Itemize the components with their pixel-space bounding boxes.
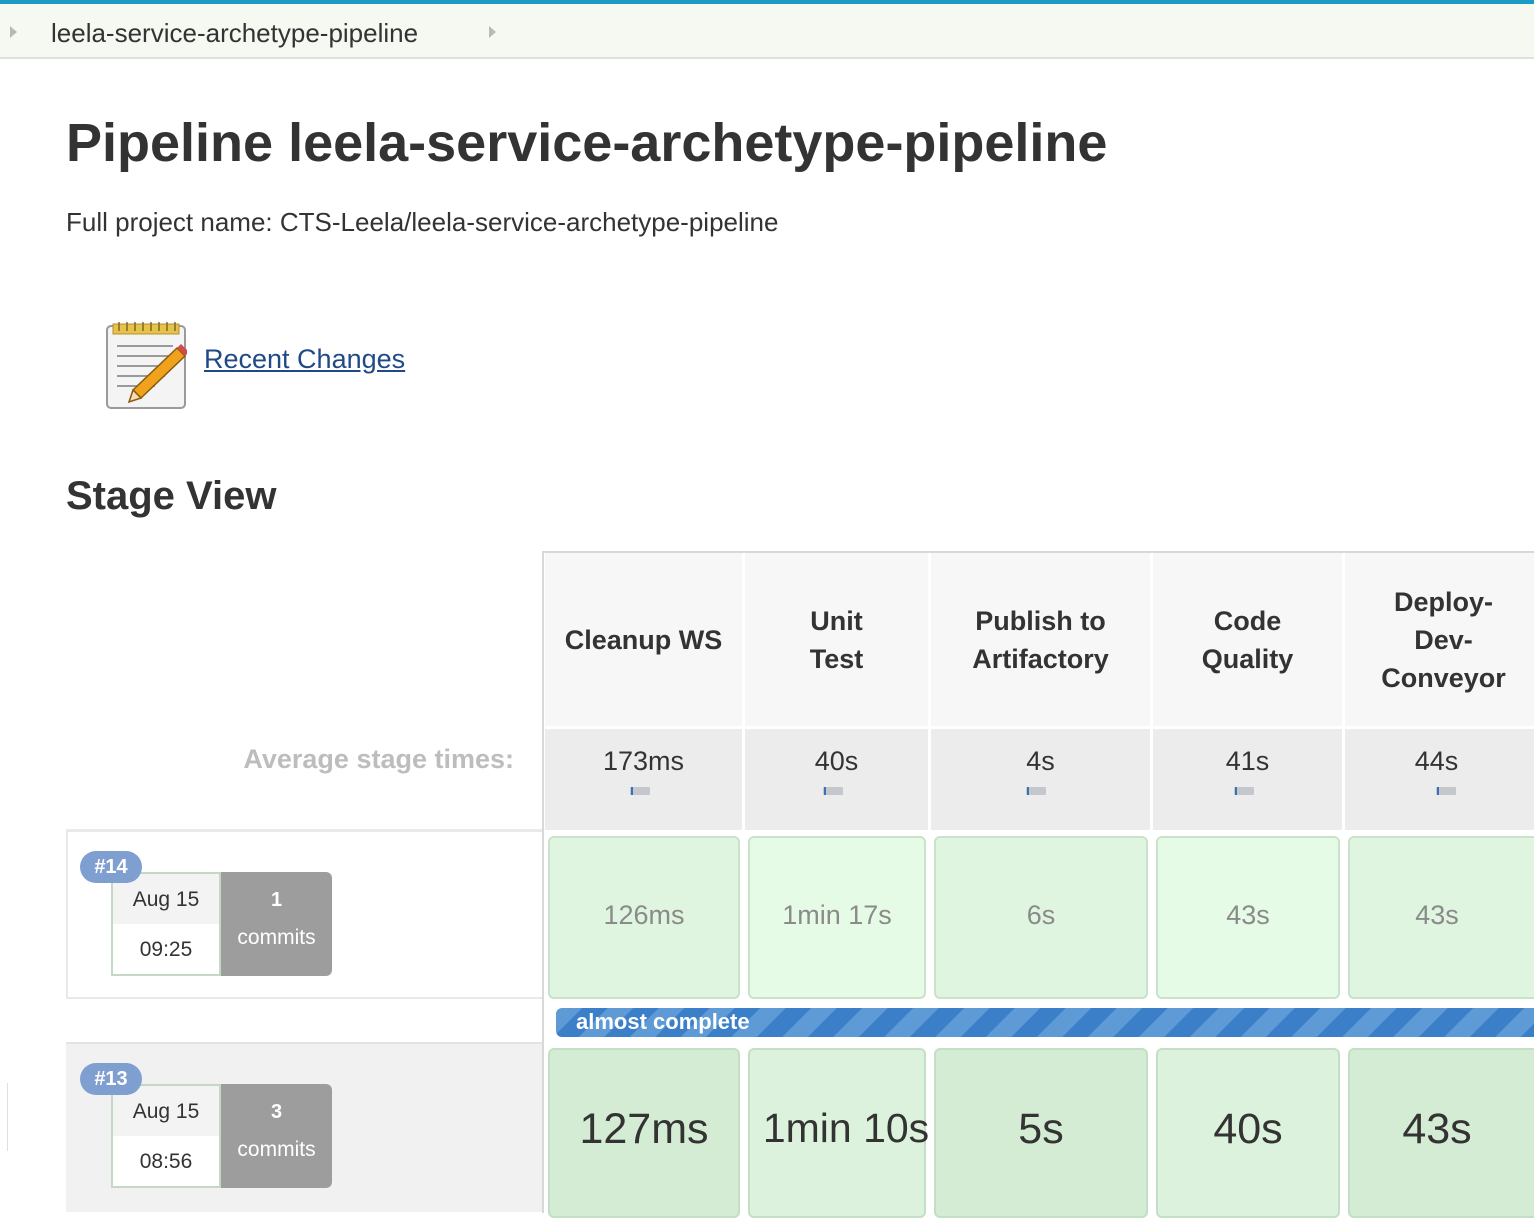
breadcrumb-arrow-icon[interactable]: [10, 26, 17, 38]
stage-duration: 40s: [1213, 1105, 1283, 1153]
stage-header-cleanup-ws: Cleanup WS: [545, 553, 745, 726]
stage-cell[interactable]: 6s: [934, 836, 1148, 999]
avg-time: 40s: [814, 746, 859, 776]
avg-time: 173ms: [602, 746, 685, 776]
avg-progress-bar: [1026, 787, 1046, 795]
avg-cell: 173ms: [545, 729, 745, 830]
stage-cell[interactable]: 43s: [1348, 836, 1534, 999]
stage-cell[interactable]: 43s: [1156, 836, 1340, 999]
stage-cell[interactable]: 1min 10s: [748, 1048, 929, 1218]
stage-duration: 6s: [1026, 900, 1056, 930]
commit-count: 3: [270, 1101, 283, 1123]
avg-progress-bar: [1234, 787, 1254, 795]
stage-duration: 1min 10s: [762, 1105, 930, 1151]
commit-count: 1: [270, 889, 283, 911]
page-title: Pipeline leela-service-archetype-pipelin…: [66, 113, 1108, 173]
stage-cell[interactable]: 40s: [1156, 1048, 1340, 1218]
notepad-icon[interactable]: [105, 318, 187, 410]
stage-header-unit-test: Unit Test: [745, 553, 931, 726]
stage-header-deploy-dev-conveyor: Deploy-Dev-Conveyor: [1345, 553, 1534, 726]
full-project-name: Full project name: CTS-Leela/leela-servi…: [66, 207, 778, 238]
full-name-label: Full project name:: [66, 207, 273, 237]
progress-label: almost complete: [576, 1009, 750, 1034]
avg-time: 41s: [1225, 746, 1270, 776]
run-number-badge[interactable]: #13: [80, 1063, 142, 1095]
stage-cell[interactable]: 5s: [934, 1048, 1148, 1218]
stage-duration: 43s: [1402, 1105, 1472, 1153]
stage-header-label: Deploy-Dev-Conveyor: [1381, 586, 1506, 693]
run-progress-bar: almost complete: [556, 1008, 1534, 1037]
stage-duration: 1min 17s: [782, 900, 892, 930]
avg-time: 4s: [1026, 746, 1055, 776]
breadcrumb-arrow-icon[interactable]: [489, 26, 496, 38]
full-name-value: CTS-Leela/leela-service-archetype-pipeli…: [279, 207, 779, 237]
stage-cell[interactable]: 126ms: [548, 836, 740, 999]
run-number-badge[interactable]: #14: [80, 851, 142, 883]
stage-view-title: Stage View: [66, 474, 277, 518]
stage-cell[interactable]: 1min 17s: [748, 836, 926, 999]
run-date[interactable]: Aug 15 09:25: [111, 872, 221, 976]
run-date[interactable]: Aug 15 08:56: [111, 1084, 221, 1188]
run-date-time: 09:25: [139, 938, 193, 961]
avg-cell: 40s: [745, 729, 931, 830]
avg-cell: 44s: [1345, 729, 1534, 830]
commit-label: commits: [237, 926, 316, 949]
commit-label: commits: [237, 1138, 316, 1161]
stage-cell[interactable]: 43s: [1348, 1048, 1534, 1218]
stage-duration: 127ms: [579, 1105, 709, 1153]
breadcrumb: leela-service-archetype-pipeline: [0, 4, 1534, 59]
run-date-time: 08:56: [139, 1150, 193, 1173]
run-commits-button[interactable]: 3 commits: [221, 1084, 332, 1188]
recent-changes-link[interactable]: Recent Changes: [204, 344, 405, 375]
stage-header-code-quality: Code Quality: [1153, 553, 1345, 726]
stage-duration: 43s: [1226, 900, 1270, 930]
avg-progress-bar: [823, 787, 843, 795]
run-commits-button[interactable]: 1 commits: [221, 872, 332, 976]
average-stage-times-label: Average stage times:: [243, 744, 514, 774]
window-edge: [0, 1083, 8, 1151]
stage-cell[interactable]: 127ms: [548, 1048, 740, 1218]
stage-header-publish-to-artifactory: Publish to Artifactory: [931, 553, 1153, 726]
stage-duration: 5s: [1018, 1105, 1064, 1153]
avg-time: 44s: [1414, 746, 1459, 776]
breadcrumb-item[interactable]: leela-service-archetype-pipeline: [51, 18, 418, 49]
avg-progress-bar: [630, 787, 650, 795]
avg-cell: 4s: [931, 729, 1153, 830]
avg-cell: 41s: [1153, 729, 1345, 830]
stage-duration: 126ms: [603, 900, 685, 930]
stage-duration: 43s: [1415, 900, 1459, 930]
avg-progress-bar: [1436, 787, 1456, 795]
